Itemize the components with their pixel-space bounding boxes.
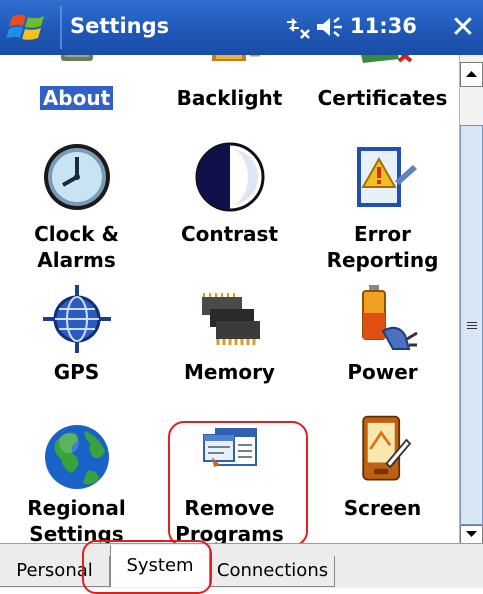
about-icon bbox=[61, 55, 93, 61]
clock-time[interactable]: 11:36 bbox=[350, 14, 417, 38]
thumb-grip bbox=[467, 328, 477, 329]
scroll-thumb[interactable] bbox=[460, 125, 483, 525]
tab-system[interactable]: System bbox=[110, 545, 210, 587]
title-bar: Settings 11:36 ✕ bbox=[0, 0, 483, 55]
settings-item-label: Clock & Alarms bbox=[34, 222, 119, 272]
tab-bar: Personal System Connections bbox=[0, 540, 483, 594]
settings-item-label: Contrast bbox=[180, 222, 279, 246]
title-separator bbox=[60, 6, 62, 49]
close-button[interactable]: ✕ bbox=[443, 5, 483, 50]
power-icon bbox=[362, 285, 418, 350]
thumb-grip bbox=[467, 322, 477, 323]
settings-item-memory[interactable]: Memory bbox=[153, 273, 306, 403]
settings-item-label: GPS bbox=[53, 360, 100, 384]
settings-item-remove-programs[interactable]: Remove Programs bbox=[153, 403, 306, 543]
globe-icon bbox=[45, 425, 109, 489]
vertical-scrollbar[interactable] bbox=[459, 55, 483, 550]
settings-item-gps[interactable]: GPS bbox=[0, 273, 153, 403]
settings-item-about[interactable]: About bbox=[0, 55, 153, 115]
settings-item-clock-alarms[interactable]: Clock & Alarms bbox=[0, 123, 153, 273]
thumb-grip bbox=[467, 325, 477, 326]
clock-icon bbox=[44, 144, 110, 210]
gps-icon bbox=[43, 285, 111, 353]
settings-item-power[interactable]: Power bbox=[306, 273, 459, 403]
backlight-icon bbox=[212, 55, 260, 61]
arrow-down-icon bbox=[466, 531, 477, 537]
settings-item-label: About bbox=[0, 85, 153, 111]
scroll-up-button[interactable] bbox=[460, 62, 483, 87]
tab-personal[interactable]: Personal bbox=[0, 556, 110, 587]
settings-item-screen[interactable]: Screen bbox=[306, 403, 459, 543]
settings-item-certificates[interactable]: Certificates bbox=[306, 55, 459, 115]
settings-item-label: Backlight bbox=[176, 86, 283, 110]
window-title: Settings bbox=[70, 14, 170, 38]
windows-flag-icon[interactable] bbox=[6, 7, 52, 47]
certificates-icon bbox=[361, 55, 413, 63]
settings-item-label: Error Reporting bbox=[326, 222, 439, 272]
settings-item-label: Remove Programs bbox=[175, 496, 284, 543]
settings-grid: About Backlight Certificates Clock & Alar… bbox=[0, 55, 459, 543]
settings-item-label: Power bbox=[347, 360, 418, 384]
settings-item-regional-settings[interactable]: Regional Settings bbox=[0, 403, 153, 543]
settings-item-label: Certificates bbox=[317, 86, 448, 110]
settings-item-label: Memory bbox=[184, 360, 275, 384]
connectivity-icon[interactable] bbox=[283, 14, 311, 40]
settings-item-label: Regional Settings bbox=[27, 496, 126, 543]
settings-item-backlight[interactable]: Backlight bbox=[153, 55, 306, 115]
contrast-icon bbox=[195, 142, 265, 212]
remove-programs-icon bbox=[203, 428, 257, 467]
settings-item-contrast[interactable]: Contrast bbox=[153, 123, 306, 273]
volume-icon[interactable] bbox=[315, 14, 345, 40]
settings-item-label: Screen bbox=[343, 496, 422, 520]
arrow-up-icon bbox=[466, 71, 477, 77]
memory-icon bbox=[202, 293, 260, 345]
settings-item-error-reporting[interactable]: Error Reporting bbox=[306, 123, 459, 273]
screen-icon bbox=[362, 415, 412, 481]
tab-connections[interactable]: Connections bbox=[210, 556, 335, 587]
error-reporting-icon bbox=[357, 147, 417, 207]
